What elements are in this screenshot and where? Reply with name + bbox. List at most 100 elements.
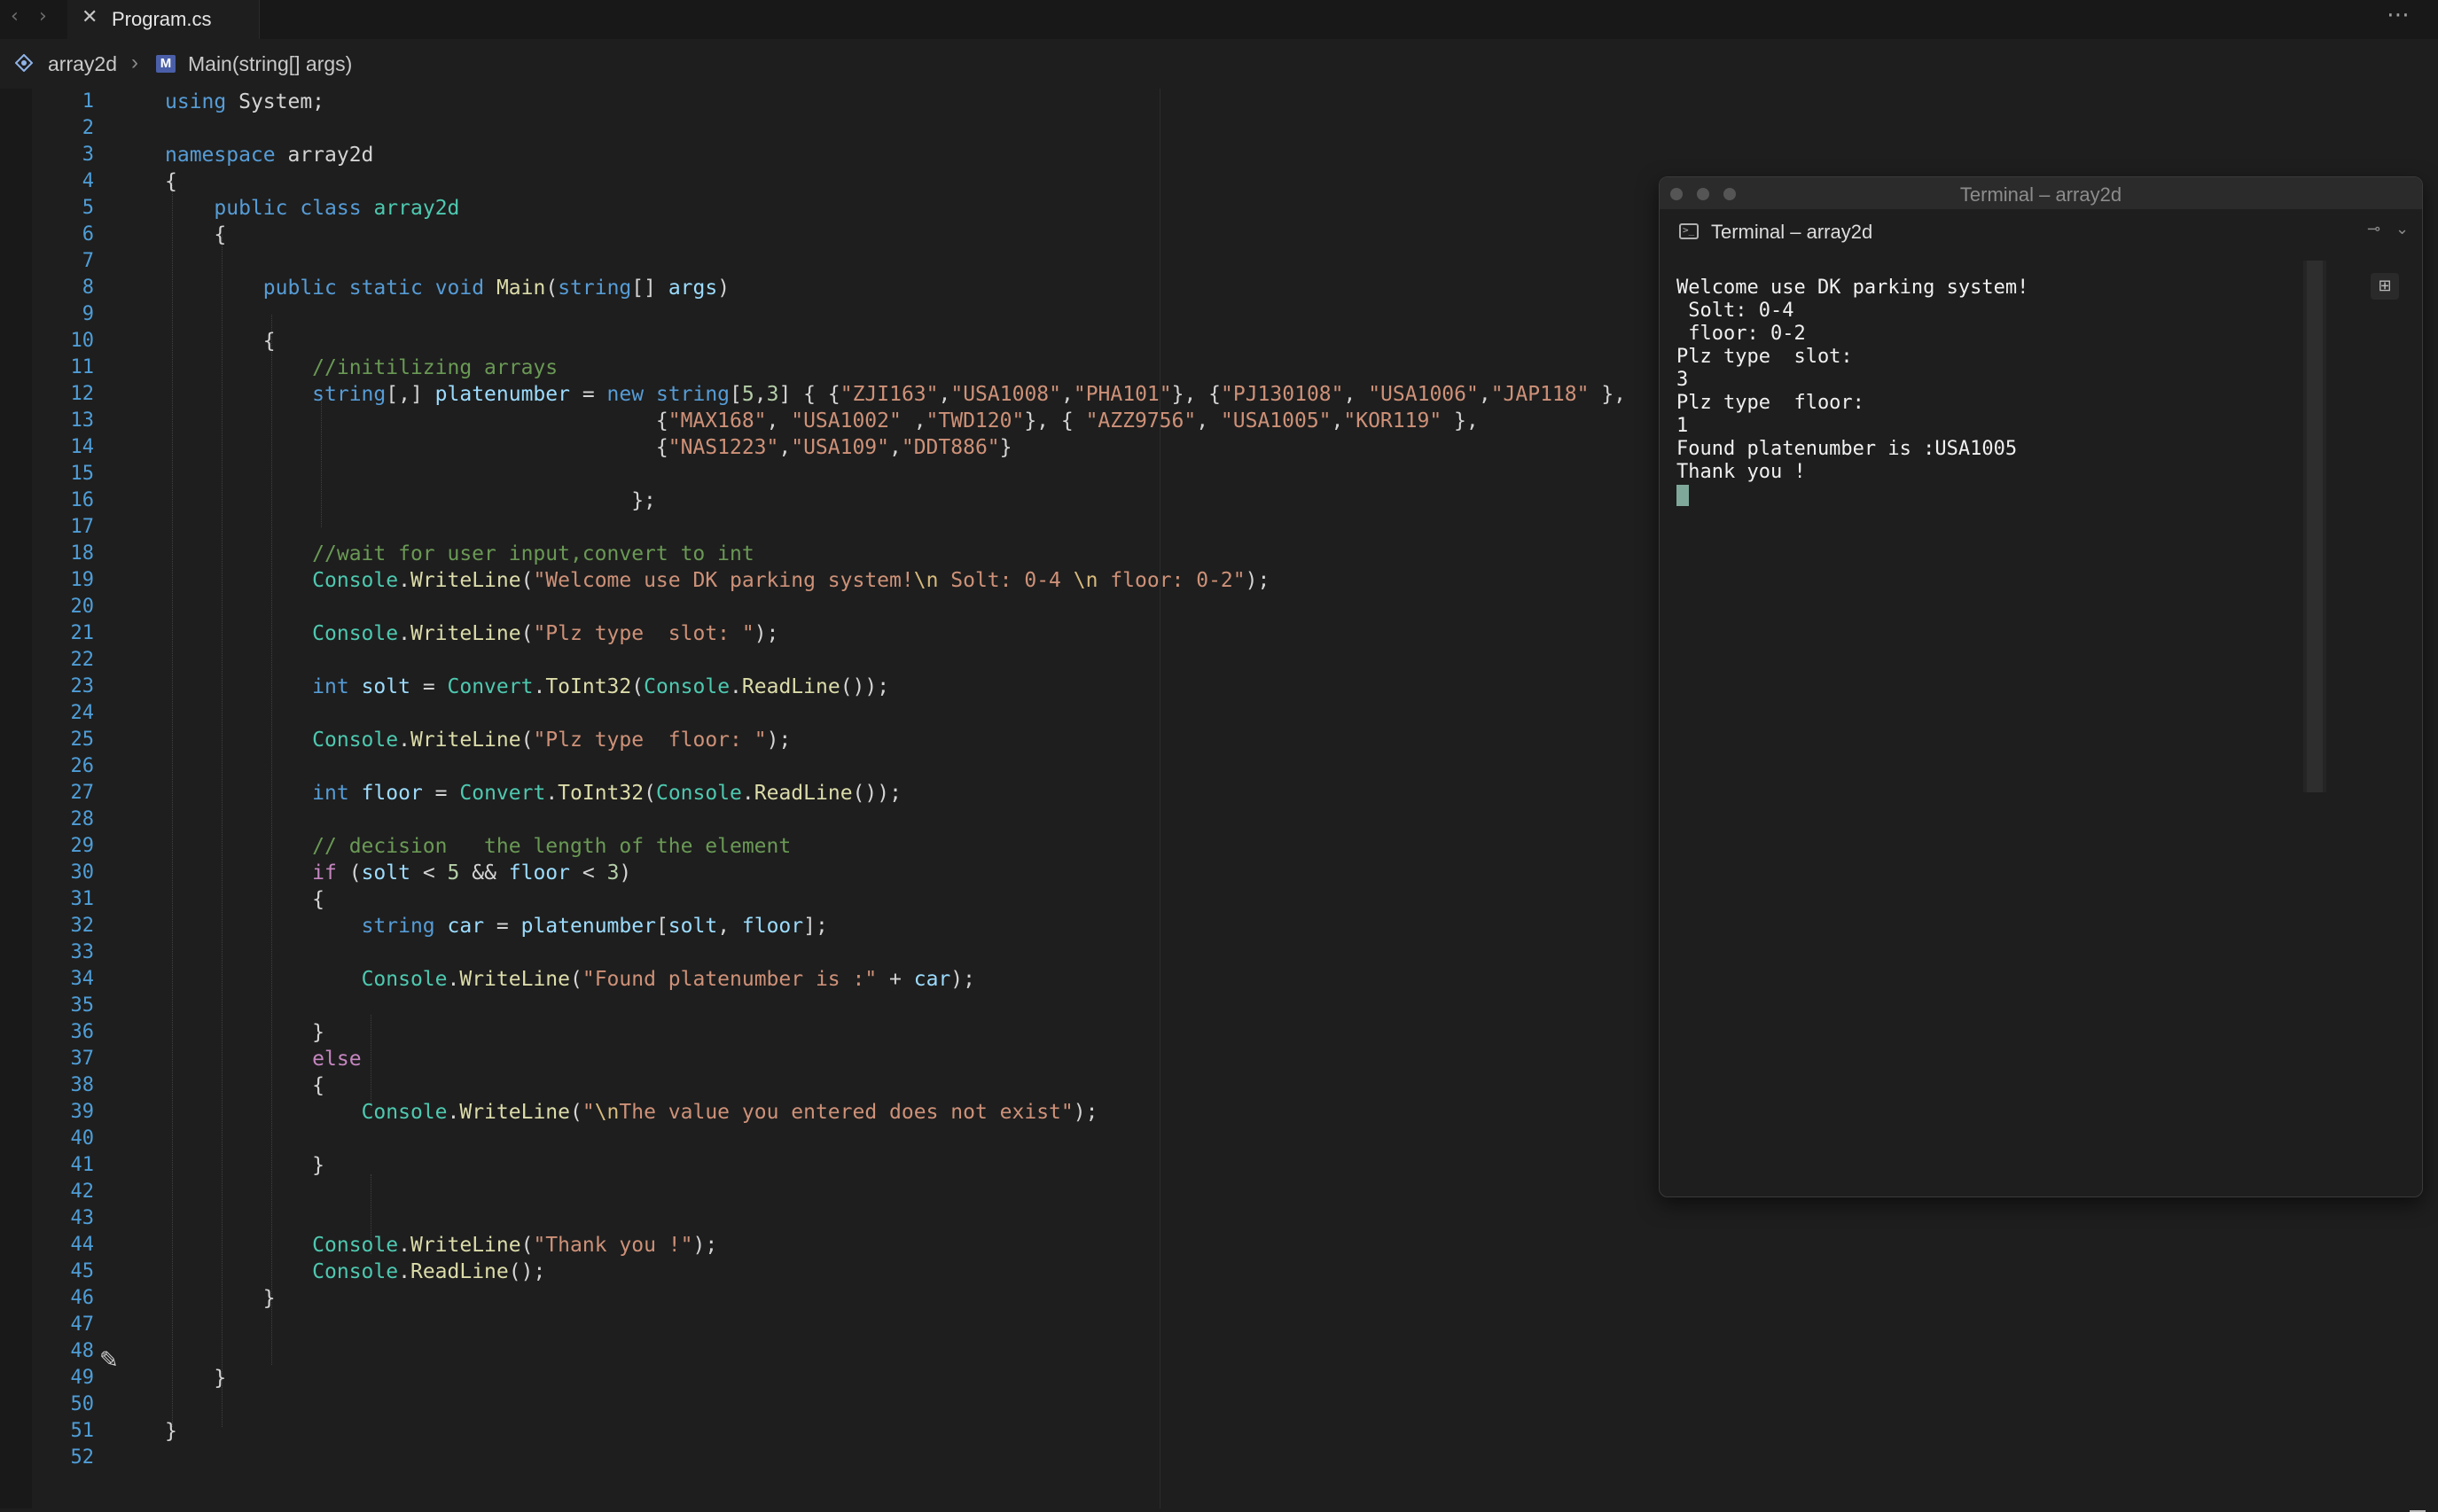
code-line[interactable] bbox=[165, 1445, 1626, 1471]
chevron-down-icon[interactable]: ⌄ bbox=[2395, 220, 2409, 238]
line-number: 19 bbox=[70, 569, 95, 591]
code-token: Console bbox=[312, 622, 399, 645]
code-token: static bbox=[348, 277, 423, 300]
tab-program-cs[interactable]: ✕ Program.cs bbox=[67, 0, 260, 39]
pin-icon[interactable]: ⊸ bbox=[2367, 220, 2380, 238]
code-token: , bbox=[1478, 383, 1491, 406]
code-line[interactable]: {"NAS1223","USA109","DDT886"} bbox=[165, 434, 1626, 461]
code-token: ( bbox=[520, 1234, 534, 1257]
close-icon[interactable]: ✕ bbox=[82, 6, 98, 28]
code-line[interactable] bbox=[165, 1126, 1626, 1152]
code-line[interactable]: int floor = Convert.ToInt32(Console.Read… bbox=[165, 780, 1626, 807]
code-line[interactable]: string car = platenumber[solt, floor]; bbox=[165, 913, 1626, 939]
line-number: 4 bbox=[82, 170, 94, 192]
line-number: 26 bbox=[70, 755, 95, 777]
line-number: 37 bbox=[70, 1048, 95, 1070]
chevron-left-icon[interactable]: ‹ bbox=[11, 5, 19, 27]
terminal-prompt-line[interactable] bbox=[1676, 484, 2028, 507]
code-token: 5 bbox=[447, 861, 460, 885]
code-token: "Plz type floor: " bbox=[533, 729, 767, 752]
code-line[interactable]: Console.WriteLine("\nThe value you enter… bbox=[165, 1099, 1626, 1126]
code-line[interactable] bbox=[165, 248, 1626, 275]
breadcrumb-namespace[interactable]: array2d bbox=[48, 52, 117, 76]
code-line[interactable] bbox=[165, 461, 1626, 487]
ellipsis-icon[interactable]: ⋯ bbox=[2387, 2, 2410, 28]
code-token: WriteLine bbox=[459, 968, 570, 991]
code-token: \n bbox=[594, 1101, 620, 1124]
code-line[interactable]: Console.WriteLine("Welcome use DK parkin… bbox=[165, 567, 1626, 594]
code-line[interactable]: { bbox=[165, 222, 1626, 248]
code-line[interactable] bbox=[165, 1205, 1626, 1232]
code-line[interactable] bbox=[165, 647, 1626, 674]
terminal-tab-title[interactable]: Terminal – array2d bbox=[1711, 221, 1872, 244]
code-line[interactable]: { bbox=[165, 886, 1626, 913]
code-token: < bbox=[570, 861, 607, 885]
code-line[interactable]: Console.WriteLine("Plz type slot: "); bbox=[165, 620, 1626, 647]
code-line[interactable] bbox=[165, 1391, 1626, 1418]
code-line[interactable] bbox=[165, 993, 1626, 1019]
terminal-output[interactable]: Welcome use DK parking system! Solt: 0-4… bbox=[1676, 277, 2028, 507]
line-number: 9 bbox=[82, 303, 94, 325]
code-token: string bbox=[655, 383, 731, 406]
code-token: string bbox=[361, 915, 435, 938]
code-line[interactable]: { bbox=[165, 328, 1626, 355]
code-line[interactable] bbox=[165, 301, 1626, 328]
line-number: 31 bbox=[70, 888, 95, 910]
code-line[interactable] bbox=[165, 753, 1626, 780]
code-token: , bbox=[717, 915, 742, 938]
code-line[interactable]: int solt = Convert.ToInt32(Console.ReadL… bbox=[165, 674, 1626, 700]
code-line[interactable] bbox=[165, 514, 1626, 541]
terminal-scroll-thumb[interactable] bbox=[2307, 261, 2323, 792]
code-line[interactable]: { bbox=[165, 168, 1626, 195]
code-line[interactable] bbox=[165, 1179, 1626, 1205]
code-line[interactable]: Console.ReadLine(); bbox=[165, 1259, 1626, 1285]
code-line[interactable]: } bbox=[165, 1019, 1626, 1046]
code-line[interactable]: namespace array2d bbox=[165, 142, 1626, 168]
code-token: 3 bbox=[606, 861, 620, 885]
chevron-right-icon[interactable]: › bbox=[39, 5, 47, 27]
code-line[interactable]: // decision the length of the element bbox=[165, 833, 1626, 860]
code-line[interactable]: Console.WriteLine("Thank you !"); bbox=[165, 1232, 1626, 1259]
code-line[interactable]: if (solt < 5 && floor < 3) bbox=[165, 860, 1626, 886]
breadcrumb-method[interactable]: Main(string[] args) bbox=[188, 52, 352, 76]
terminal-scrollbar[interactable] bbox=[2303, 261, 2326, 792]
code-line[interactable]: Console.WriteLine("Plz type floor: "); bbox=[165, 727, 1626, 753]
code-line[interactable]: string[,] platenumber = new string[5,3] … bbox=[165, 381, 1626, 408]
code-line[interactable]: {"MAX168", "USA1002" ,"TWD120"}, { "AZZ9… bbox=[165, 408, 1626, 434]
code-token: . bbox=[398, 622, 410, 645]
code-token: } bbox=[165, 1154, 325, 1177]
code-line[interactable]: }; bbox=[165, 487, 1626, 514]
code-line[interactable] bbox=[165, 1312, 1626, 1338]
code-line[interactable]: } bbox=[165, 1152, 1626, 1179]
code-line[interactable]: //wait for user input,convert to int bbox=[165, 541, 1626, 567]
code-line[interactable]: public static void Main(string[] args) bbox=[165, 275, 1626, 301]
code-line[interactable]: else bbox=[165, 1046, 1626, 1072]
code-line[interactable]: public class array2d bbox=[165, 195, 1626, 222]
new-terminal-icon[interactable]: ⊞ bbox=[2371, 273, 2399, 300]
code-line[interactable]: using System; bbox=[165, 89, 1626, 115]
line-number: 38 bbox=[70, 1074, 95, 1096]
terminal-titlebar[interactable]: Terminal – array2d bbox=[1660, 177, 2422, 210]
code-line[interactable] bbox=[165, 115, 1626, 142]
terminal-window[interactable]: Terminal – array2d >_ Terminal – array2d… bbox=[1659, 176, 2423, 1197]
line-number: 32 bbox=[70, 915, 95, 937]
line-number: 51 bbox=[70, 1420, 95, 1442]
code-content[interactable]: using System; namespace array2d{ public … bbox=[165, 89, 1626, 1471]
code-token: WriteLine bbox=[459, 1101, 570, 1124]
code-line[interactable]: } bbox=[165, 1285, 1626, 1312]
breadcrumb-separator: › bbox=[131, 51, 138, 74]
code-line[interactable] bbox=[165, 594, 1626, 620]
code-line[interactable] bbox=[165, 939, 1626, 966]
code-line[interactable] bbox=[165, 700, 1626, 727]
line-number: 43 bbox=[70, 1207, 95, 1229]
code-line[interactable] bbox=[165, 1338, 1626, 1365]
code-line[interactable]: //initilizing arrays bbox=[165, 355, 1626, 381]
code-line[interactable] bbox=[165, 807, 1626, 833]
code-token: = bbox=[410, 675, 448, 698]
code-line[interactable]: { bbox=[165, 1072, 1626, 1099]
code-line[interactable]: } bbox=[165, 1365, 1626, 1391]
code-line[interactable]: Console.WriteLine("Found platenumber is … bbox=[165, 966, 1626, 993]
code-line[interactable]: } bbox=[165, 1418, 1626, 1445]
code-token: ( bbox=[336, 861, 362, 885]
